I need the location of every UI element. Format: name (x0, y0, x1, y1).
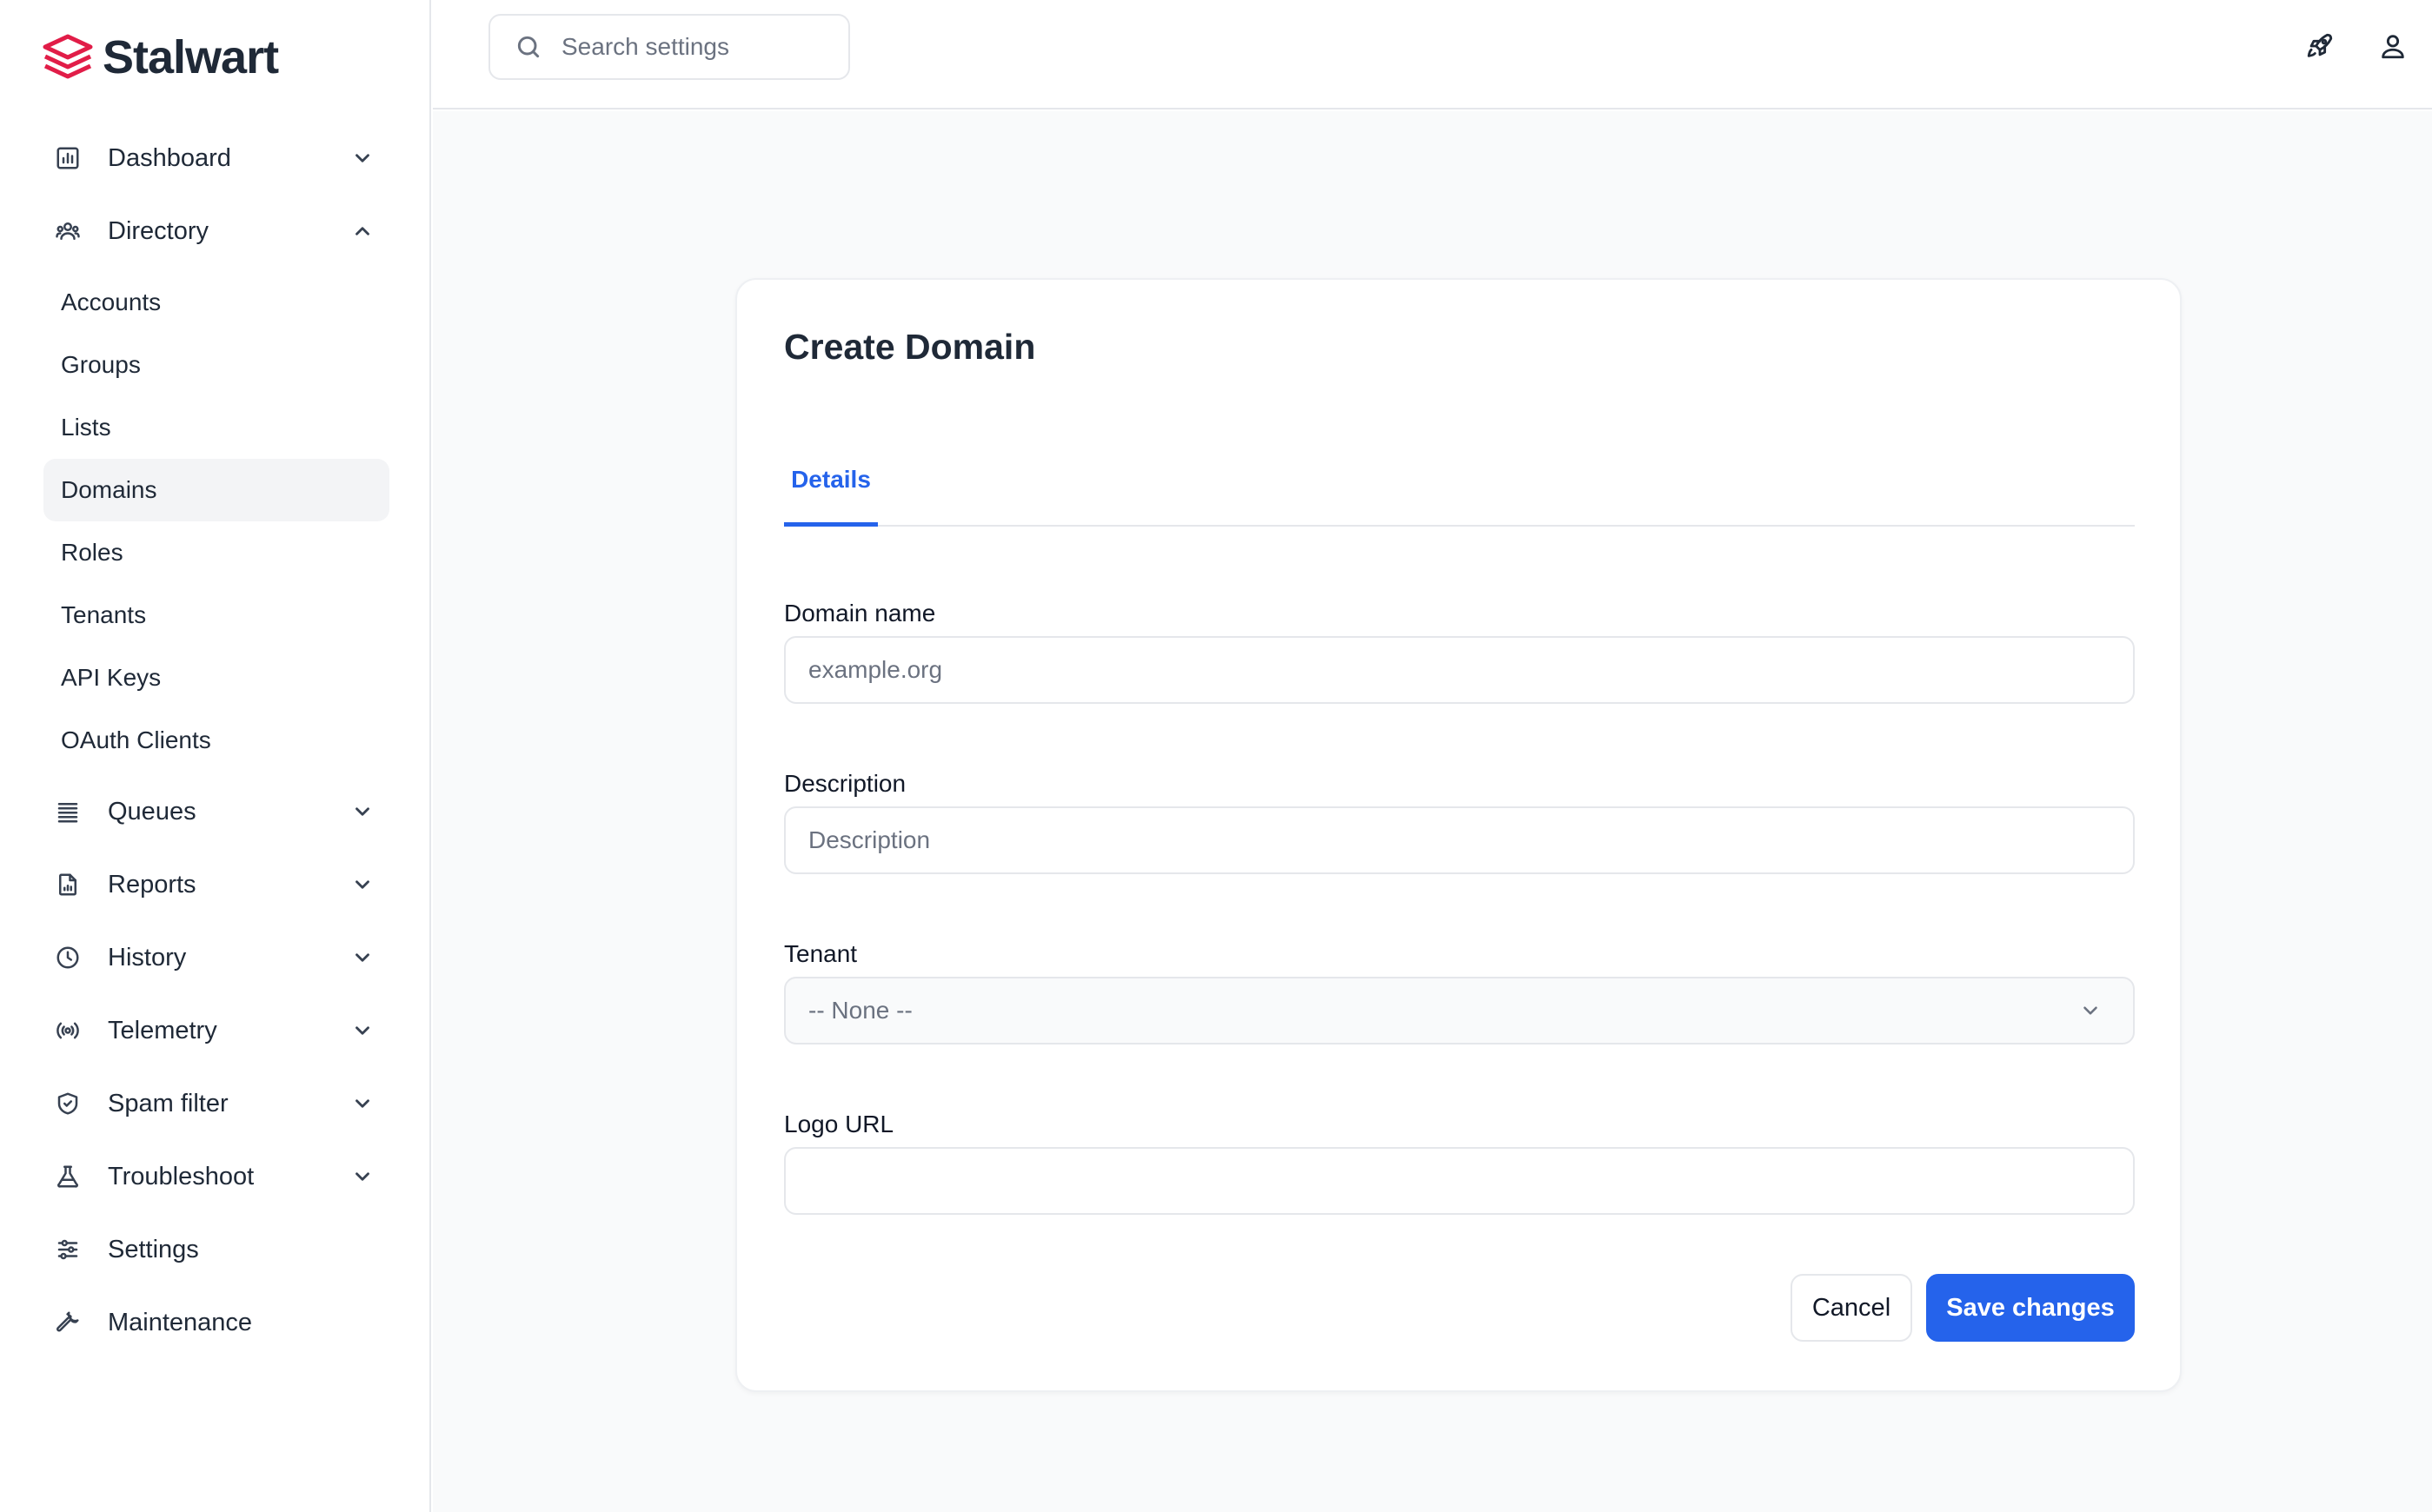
sidebar-item-domains[interactable]: Domains (43, 459, 389, 521)
create-domain-card: Create Domain Details Domain name Descri… (735, 278, 2182, 1392)
chevron-down-icon (351, 1019, 374, 1042)
sidebar-item-label: History (108, 943, 187, 972)
chevron-down-icon (351, 946, 374, 969)
top-header (433, 0, 2432, 109)
sidebar-item-settings[interactable]: Settings (43, 1213, 389, 1286)
cancel-button[interactable]: Cancel (1791, 1274, 1912, 1342)
shield-icon (50, 1086, 85, 1121)
logo[interactable]: Stalwart (42, 31, 279, 83)
search-input[interactable] (561, 33, 822, 61)
sidebar-item-troubleshoot[interactable]: Troubleshoot (43, 1140, 389, 1213)
queue-icon (50, 794, 85, 829)
main-content: Create Domain Details Domain name Descri… (433, 111, 2432, 1512)
description-field[interactable] (784, 806, 2135, 874)
sidebar-item-groups[interactable]: Groups (43, 334, 389, 396)
sidebar-item-label: Maintenance (108, 1308, 253, 1336)
search-icon (517, 36, 540, 58)
clock-icon (50, 940, 85, 975)
sidebar-item-accounts[interactable]: Accounts (43, 271, 389, 334)
sidebar-item-directory[interactable]: Directory (43, 195, 389, 268)
rocket-icon[interactable] (2305, 31, 2340, 66)
sidebar-item-roles[interactable]: Roles (43, 521, 389, 584)
tenant-label: Tenant (784, 940, 858, 967)
report-icon (50, 867, 85, 902)
sidebar-item-label: Telemetry (108, 1016, 217, 1044)
chart-icon (50, 141, 85, 176)
brand-name: Stalwart (103, 31, 279, 83)
domain-name-field[interactable] (784, 636, 2135, 704)
flask-icon (50, 1159, 85, 1194)
chevron-down-icon (2083, 1006, 2097, 1015)
logo-url-field[interactable] (784, 1147, 2135, 1215)
sidebar-item-label: Directory (108, 216, 209, 245)
domain-name-label: Domain name (784, 600, 936, 627)
domain-name-input[interactable] (808, 656, 2133, 684)
sidebar-nav: Dashboard Directory Accounts Groups List… (43, 122, 389, 1359)
sidebar-item-history[interactable]: History (43, 921, 389, 994)
chevron-down-icon (351, 800, 374, 823)
sidebar-item-label: Spam filter (108, 1089, 229, 1117)
sidebar-item-api-keys[interactable]: API Keys (43, 647, 389, 709)
chevron-down-icon (351, 1092, 374, 1115)
sidebar-item-label: Reports (108, 870, 196, 899)
logo-url-label: Logo URL (784, 1111, 894, 1137)
chevron-up-icon (351, 220, 374, 242)
tenant-select[interactable]: -- None -- (784, 977, 2135, 1044)
sidebar-item-tenants[interactable]: Tenants (43, 584, 389, 647)
sidebar-item-label: Troubleshoot (108, 1162, 255, 1190)
directory-submenu: Accounts Groups Lists Domains Roles Tena… (43, 268, 389, 775)
logo-url-input[interactable] (808, 1167, 2133, 1195)
save-changes-button[interactable]: Save changes (1926, 1274, 2135, 1342)
sidebar-item-dashboard[interactable]: Dashboard (43, 122, 389, 195)
sidebar-item-label: Dashboard (108, 143, 231, 172)
wrench-icon (50, 1305, 85, 1340)
description-label: Description (784, 770, 907, 797)
sidebar-item-lists[interactable]: Lists (43, 396, 389, 459)
sliders-icon (50, 1232, 85, 1267)
sidebar-item-spam-filter[interactable]: Spam filter (43, 1067, 389, 1140)
search-box[interactable] (488, 14, 850, 80)
page-title: Create Domain (784, 327, 1036, 367)
tab-details[interactable]: Details (784, 436, 878, 527)
chevron-down-icon (351, 147, 374, 169)
sidebar-item-queues[interactable]: Queues (43, 775, 389, 848)
broadcast-icon (50, 1013, 85, 1048)
sidebar-item-label: Queues (108, 797, 196, 826)
users-icon (50, 214, 85, 249)
chevron-down-icon (351, 873, 374, 896)
sidebar: Stalwart Dashboard Directory Accounts Gr… (0, 0, 431, 1512)
tab-bar: Details (784, 436, 2135, 527)
sidebar-item-label: Settings (108, 1235, 199, 1263)
description-input[interactable] (808, 826, 2133, 854)
sidebar-item-reports[interactable]: Reports (43, 848, 389, 921)
sidebar-item-oauth-clients[interactable]: OAuth Clients (43, 709, 389, 772)
sidebar-item-maintenance[interactable]: Maintenance (43, 1286, 389, 1359)
stalwart-logo-icon (43, 34, 93, 79)
tenant-selected-value: -- None -- (808, 997, 913, 1024)
chevron-down-icon (351, 1165, 374, 1188)
user-icon[interactable] (2378, 31, 2413, 66)
sidebar-item-telemetry[interactable]: Telemetry (43, 994, 389, 1067)
